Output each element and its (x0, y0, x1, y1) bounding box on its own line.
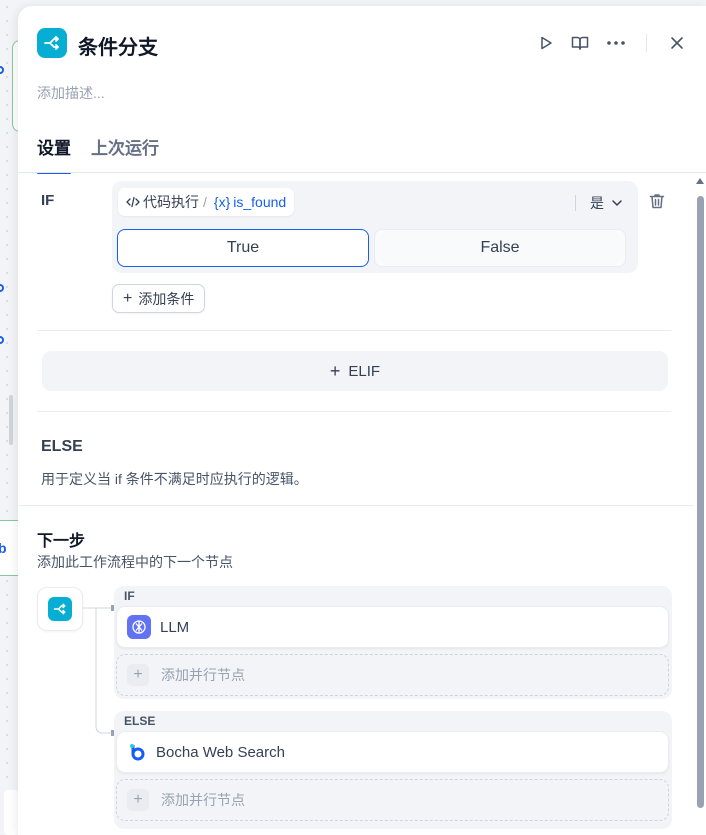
path-separator: / (203, 194, 207, 210)
branch-label: IF (124, 589, 135, 603)
chevron-down-icon (612, 200, 622, 206)
bocha-icon: b (0, 540, 7, 556)
source-node-name: 代码执行 (143, 194, 199, 210)
variable-name: is_found (233, 194, 287, 210)
next-node-bocha-web-search[interactable]: Bocha Web Search (116, 731, 669, 773)
option-true[interactable]: True (117, 229, 369, 267)
plus-icon: + (127, 789, 149, 811)
condition-item: 代码执行 / {x} is_found 是 True False (112, 181, 638, 273)
run-icon[interactable] (535, 32, 557, 54)
plus-icon: + (329, 361, 341, 381)
workflow-canvas[interactable]: b (0, 0, 22, 835)
canvas-handle (0, 284, 4, 292)
canvas-handle (0, 336, 4, 344)
operator-divider (575, 195, 576, 211)
plus-icon: + (127, 664, 149, 686)
add-parallel-label: 添加并行节点 (161, 667, 245, 683)
add-condition-label: 添加条件 (138, 290, 195, 307)
add-parallel-node-button[interactable]: + 添加并行节点 (116, 779, 669, 821)
more-icon[interactable] (605, 32, 627, 54)
next-node-llm[interactable]: LLM (116, 606, 669, 648)
node-config-panel: 条件分支 添加描述... 设置 上次运行 IF 代码执行 / {x} is_fo… (18, 6, 706, 835)
llm-icon (127, 615, 151, 639)
close-icon[interactable] (666, 32, 688, 54)
variable-icon: {x} (213, 194, 231, 210)
canvas-scrollbar (9, 395, 13, 445)
header-divider (646, 34, 647, 52)
branch-else: ELSE Bocha Web Search + 添加并行节点 (114, 711, 672, 829)
scrollbar-thumb[interactable] (697, 196, 704, 808)
variable-selector[interactable]: 代码执行 / {x} is_found (118, 188, 295, 216)
book-icon[interactable] (569, 32, 591, 54)
canvas-node-edge (4, 790, 18, 835)
delete-condition-icon[interactable] (648, 192, 668, 212)
option-false[interactable]: False (374, 229, 626, 267)
operator-select[interactable]: 是 (575, 193, 622, 213)
bocha-icon (130, 744, 145, 761)
canvas-handle (0, 66, 4, 74)
panel-scrollbar[interactable] (696, 176, 704, 835)
operator-value: 是 (590, 195, 604, 211)
branch-if: IF LLM + 添加并行节点 (114, 586, 672, 699)
branch-label: ELSE (124, 714, 156, 728)
elif-label: ELIF (348, 362, 381, 380)
node-name: LLM (160, 618, 190, 636)
scroll-up-icon[interactable] (696, 178, 704, 184)
add-parallel-node-button[interactable]: + 添加并行节点 (116, 654, 669, 696)
add-parallel-label: 添加并行节点 (161, 792, 245, 808)
node-name: Bocha Web Search (156, 743, 285, 761)
